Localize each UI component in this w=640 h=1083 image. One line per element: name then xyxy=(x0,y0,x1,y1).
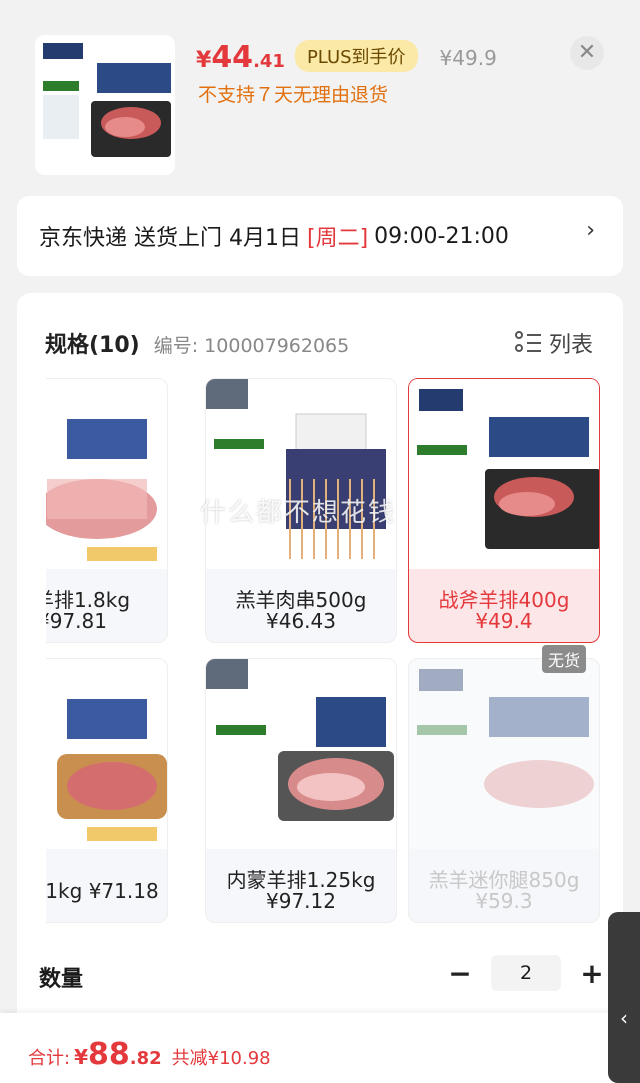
spec-option-lamb-spine[interactable]: 羊蝎子1kg ¥71.18 xyxy=(46,658,168,923)
spec-option-price: ¥97.12 xyxy=(266,889,336,913)
spec-option-price: ¥97.81 xyxy=(46,609,107,633)
price-currency: ¥ xyxy=(196,48,212,73)
spec-option-mini-leg[interactable]: 羔羊迷你腿850g ¥59.3 xyxy=(408,658,600,923)
delivery-weekday: [周二] xyxy=(306,226,369,251)
delivery-text: 京东快递 送货上门 4月1日 xyxy=(39,226,301,251)
spec-title: 规格(10) xyxy=(45,333,140,358)
product-image xyxy=(206,379,396,569)
spec-option-price: ¥71.18 xyxy=(88,879,159,903)
price-decimal: .41 xyxy=(253,51,285,72)
delivery-row[interactable]: 京东快递 送货上门 4月1日 [周二] 09:00-21:00 › xyxy=(17,196,623,276)
spec-option-tomahawk-rack[interactable]: 战斧羊排400g ¥49.4 xyxy=(408,378,600,643)
current-price: ¥ 44 .41 PLUS到手价 ¥49.9 xyxy=(196,40,497,76)
original-price: ¥49.9 xyxy=(439,46,497,70)
total-price: 合计: ¥ 88 .82 共减¥10.98 xyxy=(28,1037,271,1072)
delivery-time: 09:00-21:00 xyxy=(374,223,509,249)
spec-option-price: ¥46.43 xyxy=(266,609,336,633)
close-button[interactable]: ✕ xyxy=(570,36,604,70)
product-code: 编号: 100007962065 xyxy=(153,335,350,357)
chevron-left-icon: ‹ xyxy=(620,1006,628,1030)
quantity-row: 数量 − 2 + xyxy=(39,955,609,993)
list-view-toggle[interactable]: 列表 xyxy=(514,327,593,359)
close-icon: ✕ xyxy=(577,40,597,65)
list-label: 列表 xyxy=(548,333,593,358)
side-collapse-tab[interactable]: ‹ xyxy=(608,912,640,1083)
total-currency: ¥ xyxy=(74,1045,88,1069)
quantity-label: 数量 xyxy=(39,967,84,992)
product-image xyxy=(46,659,167,849)
list-icon xyxy=(514,331,541,355)
spec-grid: 羔羊排1.8kg ¥97.81 xyxy=(46,378,606,923)
product-image xyxy=(206,659,396,849)
price-integer: 44 xyxy=(211,40,254,75)
spec-header: 规格(10) 编号: 100007962065 xyxy=(45,327,349,359)
spec-panel: 规格(10) 编号: 100007962065 列表 羔羊排1.8kg ¥97 xyxy=(17,293,623,1083)
quantity-stepper: − 2 + xyxy=(443,955,609,991)
plus-price-badge: PLUS到手价 xyxy=(294,40,418,72)
product-image xyxy=(409,379,599,569)
bottom-bar: 合计: ¥ 88 .82 共减¥10.98 xyxy=(0,1013,640,1083)
spec-option-price: ¥49.4 xyxy=(475,609,533,633)
return-policy-notice: 不支持７天无理由退货 xyxy=(198,84,389,106)
spec-option-lamb-ribs[interactable]: 羔羊排1.8kg ¥97.81 xyxy=(46,378,168,643)
spec-option-inner-mongolia-ribs[interactable]: 内蒙羊排1.25kg ¥97.12 xyxy=(205,658,397,923)
total-saving: 共减¥10.98 xyxy=(171,1048,271,1069)
product-header: ¥ 44 .41 PLUS到手价 ¥49.9 不支持７天无理由退货 ✕ xyxy=(0,0,640,190)
product-image xyxy=(409,659,599,849)
spec-option-price: ¥59.3 xyxy=(475,889,533,913)
spec-option-lamb-skewers[interactable]: 羔羊肉串500g ¥46.43 xyxy=(205,378,397,643)
product-image xyxy=(46,379,167,569)
chevron-right-icon: › xyxy=(586,218,595,243)
quantity-input[interactable]: 2 xyxy=(491,955,561,991)
total-integer: 88 xyxy=(88,1037,130,1072)
spec-option-name-price: 羊蝎子1kg ¥71.18 xyxy=(46,875,167,904)
total-decimal: .82 xyxy=(129,1048,162,1069)
increase-button[interactable]: + xyxy=(575,957,609,990)
product-thumbnail[interactable] xyxy=(35,35,175,175)
decrease-button[interactable]: − xyxy=(443,957,477,990)
total-label: 合计: xyxy=(28,1048,71,1069)
spec-option-name: 羊蝎子1kg xyxy=(46,879,83,903)
soldout-badge: 无货 xyxy=(542,645,587,673)
